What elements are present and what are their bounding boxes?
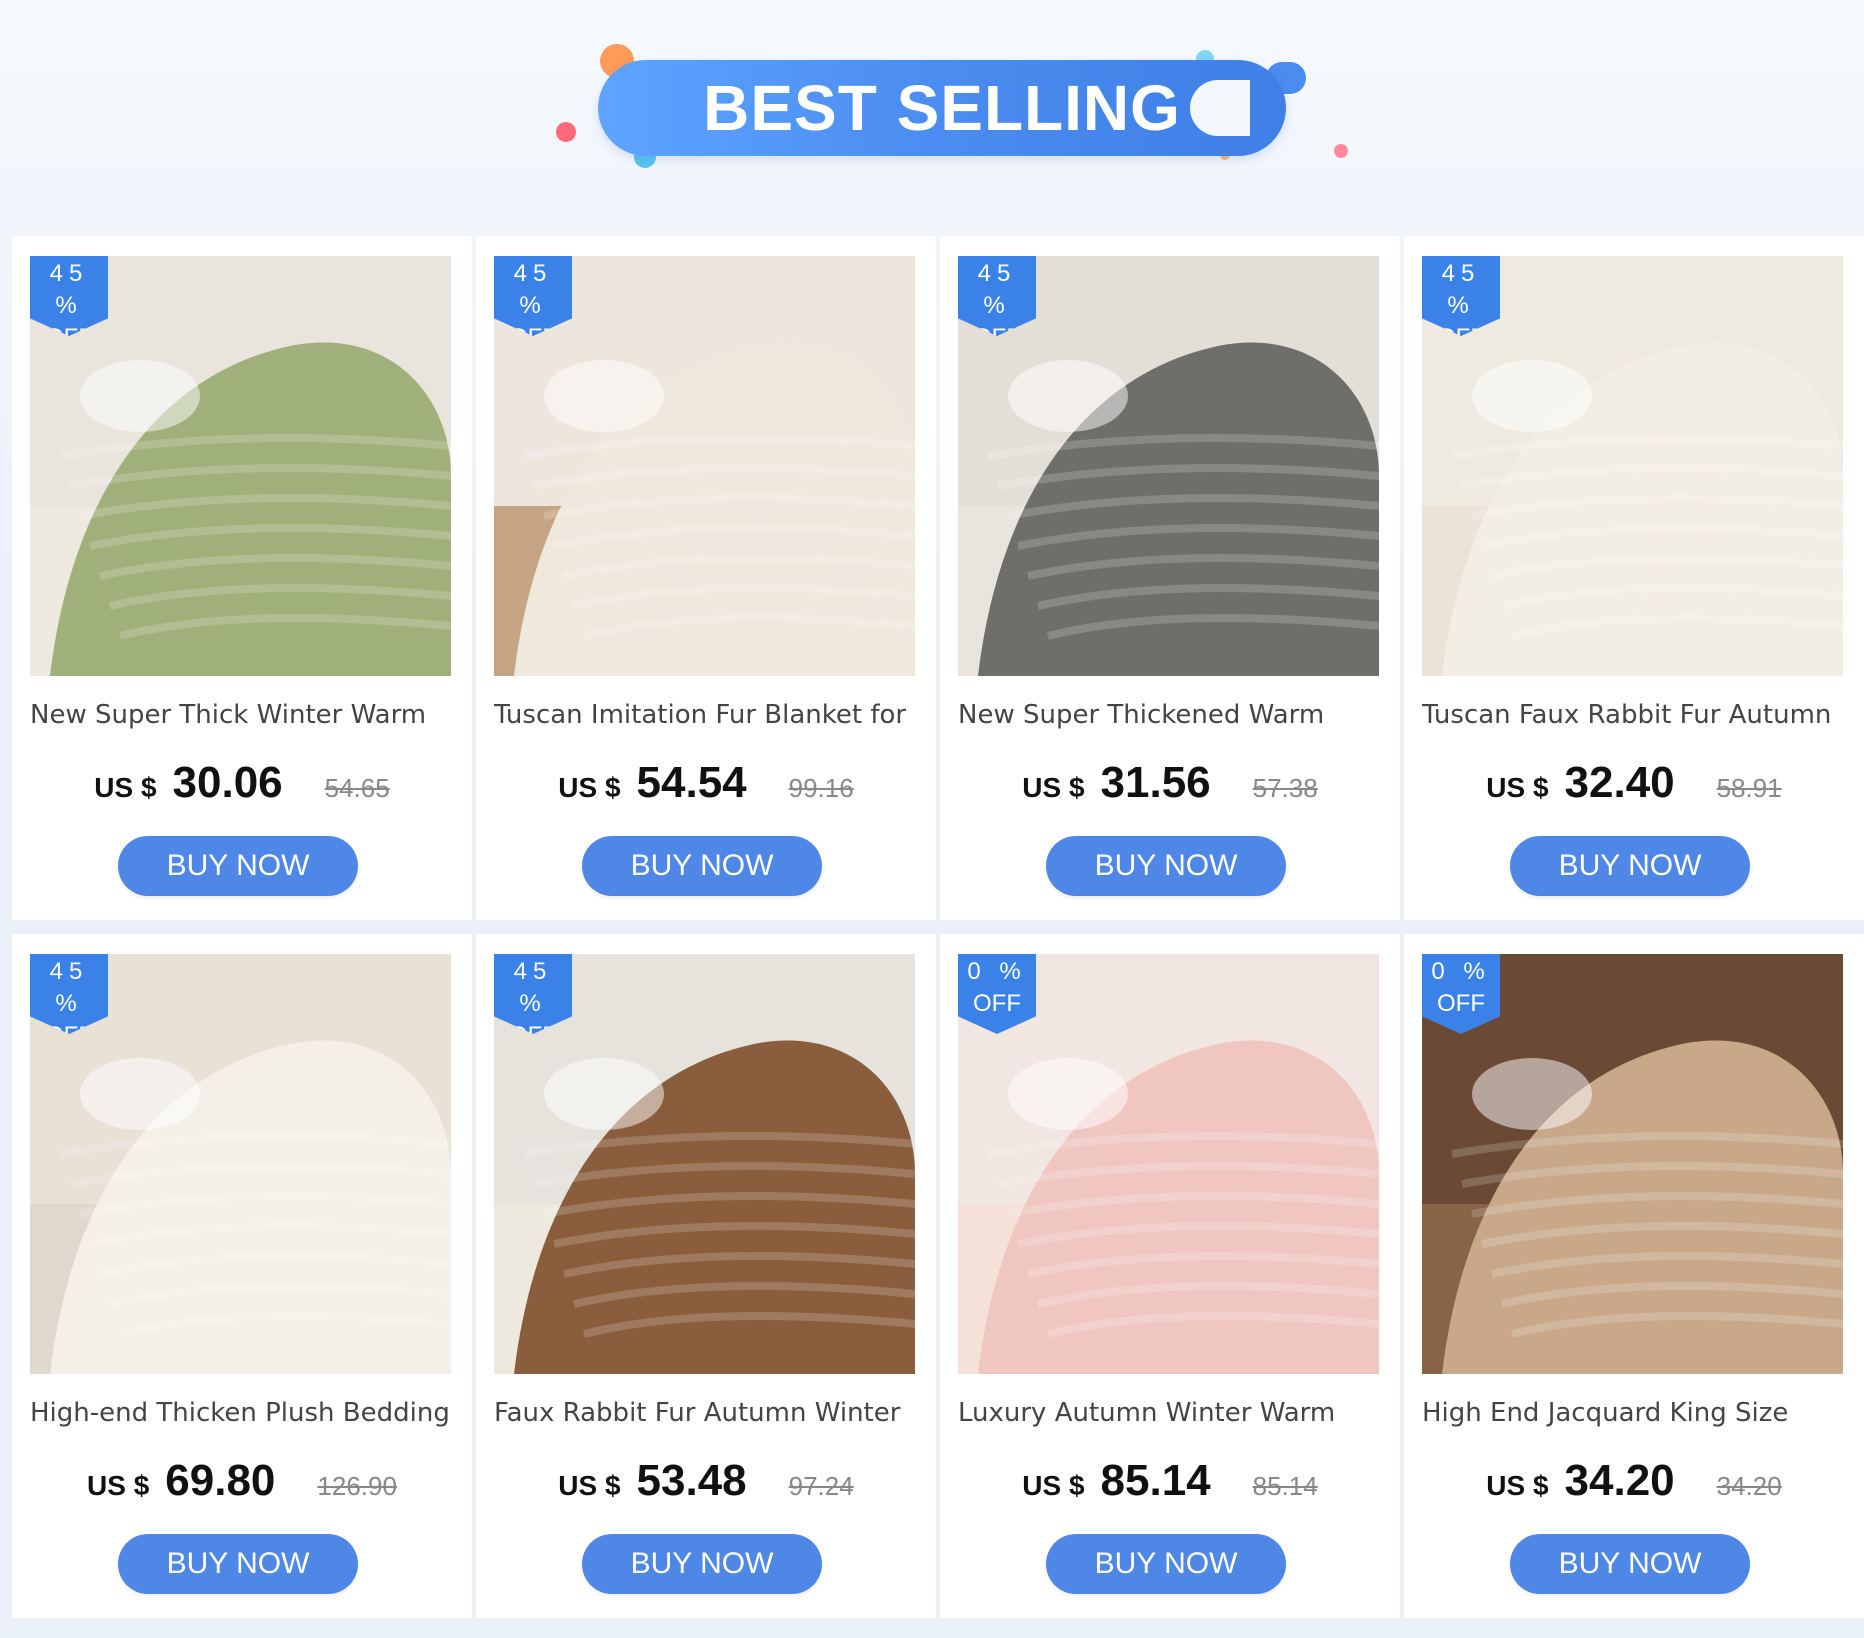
buy-now-button[interactable]: BUY NOW xyxy=(118,1534,358,1594)
price-row: US $ 69.80 126.90 xyxy=(12,1456,472,1510)
currency-label: US $ xyxy=(1486,772,1549,803)
decor-dot xyxy=(556,122,576,142)
product-title[interactable]: High-end Thicken Plush Bedding xyxy=(30,1398,460,1438)
product-card[interactable]: 45 % OFF Tuscan Faux Rabbit Fur Autumn U… xyxy=(1404,236,1864,920)
currency-label: US $ xyxy=(1486,1470,1549,1501)
product-card[interactable]: 45 % OFF New Super Thickened Warm US $ 3… xyxy=(940,236,1400,920)
original-price: 58.91 xyxy=(1716,773,1782,803)
product-card[interactable]: 45 % OFF High-end Thicken Plush Bedding … xyxy=(12,934,472,1618)
original-price: 54.65 xyxy=(324,773,390,803)
current-price: 30.06 xyxy=(172,758,283,807)
original-price: 99.16 xyxy=(788,773,854,803)
decor-dot xyxy=(1334,144,1348,158)
price-row: US $ 54.54 99.16 xyxy=(476,758,936,812)
price-row: US $ 53.48 97.24 xyxy=(476,1456,936,1510)
original-price: 57.38 xyxy=(1252,773,1318,803)
discount-percent: 45 % xyxy=(49,260,89,319)
product-title[interactable]: New Super Thick Winter Warm xyxy=(30,700,460,740)
currency-label: US $ xyxy=(94,772,157,803)
price-row: US $ 31.56 57.38 xyxy=(940,758,1400,812)
product-card[interactable]: 0 % OFF High End Jacquard King Size US $… xyxy=(1404,934,1864,1618)
product-card[interactable]: 45 % OFF New Super Thick Winter Warm US … xyxy=(12,236,472,920)
discount-percent: 45 % xyxy=(977,260,1017,319)
price-row: US $ 85.14 85.14 xyxy=(940,1456,1400,1510)
current-price: 53.48 xyxy=(636,1456,747,1505)
currency-label: US $ xyxy=(87,1470,150,1501)
banner-title: BEST SELLING xyxy=(703,72,1181,144)
buy-now-button[interactable]: BUY NOW xyxy=(1510,1534,1750,1594)
currency-label: US $ xyxy=(558,1470,621,1501)
buy-now-button[interactable]: BUY NOW xyxy=(582,1534,822,1594)
discount-percent: 0 % xyxy=(967,958,1027,985)
product-card[interactable]: 0 % OFF Luxury Autumn Winter Warm US $ 8… xyxy=(940,934,1400,1618)
product-title[interactable]: Tuscan Faux Rabbit Fur Autumn xyxy=(1422,700,1852,740)
product-card[interactable]: 45 % OFF Tuscan Imitation Fur Blanket fo… xyxy=(476,236,936,920)
current-price: 85.14 xyxy=(1100,1456,1211,1505)
product-title[interactable]: High End Jacquard King Size xyxy=(1422,1398,1852,1438)
product-title[interactable]: New Super Thickened Warm xyxy=(958,700,1388,740)
discount-percent: 45 % xyxy=(1441,260,1481,319)
price-row: US $ 34.20 34.20 xyxy=(1404,1456,1864,1510)
currency-label: US $ xyxy=(1022,772,1085,803)
product-title[interactable]: Tuscan Imitation Fur Blanket for xyxy=(494,700,924,740)
product-title[interactable]: Faux Rabbit Fur Autumn Winter xyxy=(494,1398,924,1438)
product-card[interactable]: 45 % OFF Faux Rabbit Fur Autumn Winter U… xyxy=(476,934,936,1618)
header-area: BEST SELLING xyxy=(0,0,1864,230)
buy-now-button[interactable]: BUY NOW xyxy=(1046,836,1286,896)
original-price: 97.24 xyxy=(788,1471,854,1501)
price-row: US $ 30.06 54.65 xyxy=(12,758,472,812)
discount-percent: 45 % xyxy=(49,958,89,1017)
current-price: 54.54 xyxy=(636,758,747,807)
currency-label: US $ xyxy=(558,772,621,803)
current-price: 34.20 xyxy=(1564,1456,1675,1505)
buy-now-button[interactable]: BUY NOW xyxy=(118,836,358,896)
discount-percent: 45 % xyxy=(513,260,553,319)
original-price: 126.90 xyxy=(317,1471,397,1501)
currency-label: US $ xyxy=(1022,1470,1085,1501)
discount-off-label: OFF xyxy=(1437,990,1485,1017)
current-price: 31.56 xyxy=(1100,758,1211,807)
product-title[interactable]: Luxury Autumn Winter Warm xyxy=(958,1398,1388,1438)
original-price: 34.20 xyxy=(1716,1471,1782,1501)
buy-now-button[interactable]: BUY NOW xyxy=(1510,836,1750,896)
current-price: 32.40 xyxy=(1564,758,1675,807)
discount-off-label: OFF xyxy=(973,990,1021,1017)
current-price: 69.80 xyxy=(165,1456,276,1505)
original-price: 85.14 xyxy=(1252,1471,1318,1501)
price-row: US $ 32.40 58.91 xyxy=(1404,758,1864,812)
discount-percent: 0 % xyxy=(1431,958,1491,985)
buy-now-button[interactable]: BUY NOW xyxy=(1046,1534,1286,1594)
discount-percent: 45 % xyxy=(513,958,553,1017)
buy-now-button[interactable]: BUY NOW xyxy=(582,836,822,896)
